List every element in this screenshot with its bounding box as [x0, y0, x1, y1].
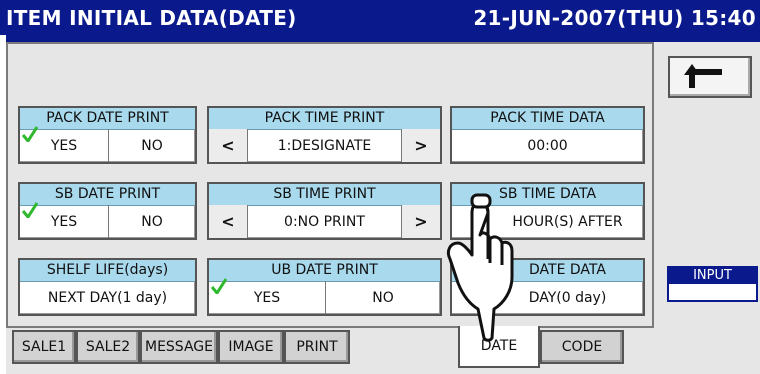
return-arrow-icon: [684, 64, 722, 88]
screen-title: ITEM INITIAL DATA(DATE): [6, 6, 297, 30]
pack-date-print-label: PACK DATE PRINT: [20, 108, 195, 130]
tab-image[interactable]: IMAGE: [218, 330, 284, 364]
input-indicator: INPUT: [667, 266, 758, 302]
input-label: INPUT: [669, 268, 756, 284]
sb-time-print-value: 0:NO PRINT: [284, 213, 365, 230]
back-button[interactable]: [668, 56, 752, 98]
ub-date-print-label: UB DATE PRINT: [209, 260, 440, 282]
pack-time-print-value: 1:DESIGNATE: [277, 137, 372, 154]
date-time-display: 21-JUN-2007(THU) 15:40: [473, 6, 756, 30]
tab-message[interactable]: MESSAGE: [140, 330, 218, 364]
checkmark-icon: [211, 278, 227, 294]
sb-time-print-group: SB TIME PRINT < 0:NO PRINT >: [207, 182, 442, 240]
sb-date-no-button[interactable]: NO: [108, 205, 195, 238]
tab-print[interactable]: PRINT: [284, 330, 350, 364]
ub-date-print-group: UB DATE PRINT YES NO: [207, 258, 442, 316]
shelf-life-group[interactable]: SHELF LIFE(days) NEXT DAY(1 day): [18, 258, 197, 316]
pack-time-data-value: 00:00: [527, 137, 568, 154]
sb-date-print-label: SB DATE PRINT: [20, 184, 195, 206]
pack-time-print-label: PACK TIME PRINT: [209, 108, 440, 130]
checkmark-icon: [22, 202, 38, 218]
pack-date-print-group: PACK DATE PRINT YES NO: [18, 106, 197, 164]
pointing-hand-icon: [446, 193, 514, 342]
shelf-life-value: NEXT DAY(1 day): [47, 289, 168, 306]
pack-time-data-group[interactable]: PACK TIME DATA 00:00: [450, 106, 645, 164]
pack-time-print-group: PACK TIME PRINT < 1:DESIGNATE >: [207, 106, 442, 164]
sb-time-print-label: SB TIME PRINT: [209, 184, 440, 206]
pack-date-no-button[interactable]: NO: [108, 129, 195, 162]
sb-date-print-group: SB DATE PRINT YES NO: [18, 182, 197, 240]
tab-sale1[interactable]: SALE1: [12, 330, 76, 364]
sb-time-prev-button[interactable]: <: [209, 205, 248, 238]
tab-sale2[interactable]: SALE2: [76, 330, 140, 364]
shelf-life-label: SHELF LIFE(days): [20, 260, 195, 282]
ub-date-no-button[interactable]: NO: [325, 281, 440, 314]
pack-time-prev-button[interactable]: <: [209, 129, 248, 162]
title-bar: ITEM INITIAL DATA(DATE) 21-JUN-2007(THU)…: [0, 0, 760, 35]
checkmark-icon: [22, 126, 38, 142]
pack-time-data-label: PACK TIME DATA: [452, 108, 643, 130]
pack-time-next-button[interactable]: >: [401, 129, 440, 162]
tab-code[interactable]: CODE: [540, 330, 624, 364]
